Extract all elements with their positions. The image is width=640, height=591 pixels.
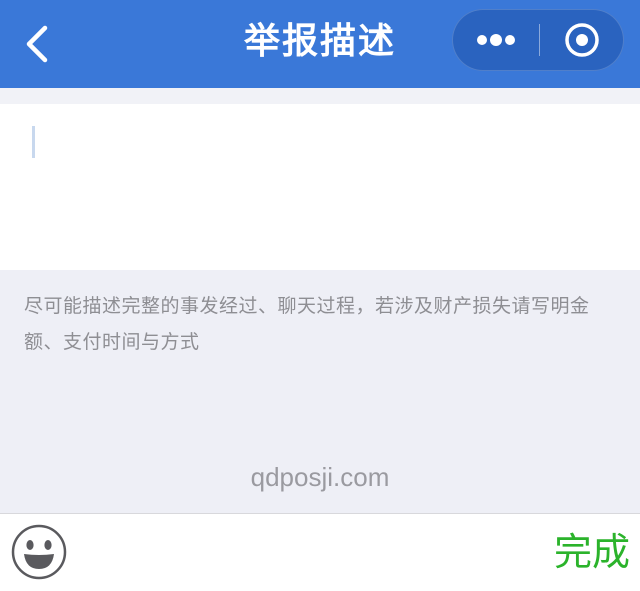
close-miniprogram-button[interactable] [540,10,624,70]
more-button[interactable] [453,10,539,70]
more-dots-icon [477,34,515,46]
input-toolbar: 完成 [0,513,640,591]
emoji-button[interactable] [10,523,68,581]
description-input[interactable] [0,104,640,270]
target-circle-icon [565,23,599,57]
smiley-face-icon [11,524,67,580]
nav-bar: 举报描述 [0,0,640,88]
header-gap [0,88,640,104]
text-cursor [32,126,35,158]
capsule-menu [452,9,624,71]
watermark: qdposji.com [250,462,390,492]
description-hint: 尽可能描述完整的事发经过、聊天过程，若涉及财产损失请写明金额、支付时间与方式 [24,295,590,353]
done-button[interactable]: 完成 [554,524,630,580]
